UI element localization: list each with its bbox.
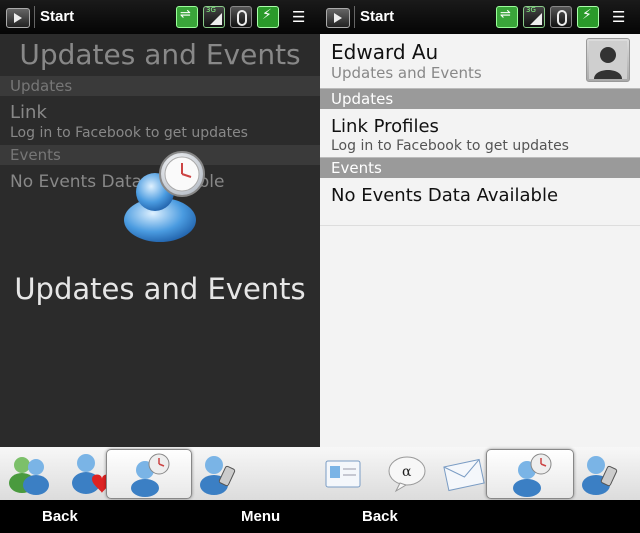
signal-icon: 3G	[203, 6, 225, 28]
list-menu-icon[interactable]: ☰	[292, 8, 312, 26]
usb-icon	[496, 6, 518, 28]
divider	[34, 6, 35, 28]
windows-start-icon[interactable]	[6, 8, 30, 28]
events-text: No Events Data Available	[331, 185, 559, 206]
avatar[interactable]	[586, 38, 630, 82]
softkey-bar: Back Menu	[0, 500, 320, 533]
link-subtitle: Log in to Facebook to get updates	[10, 125, 248, 141]
messaging-tab-icon[interactable]: α	[378, 449, 436, 497]
softkey-bar: Back	[320, 500, 640, 533]
battery-icon	[257, 6, 279, 28]
updates-tab-icon	[513, 453, 552, 497]
communications-tab-icon[interactable]	[190, 449, 248, 497]
back-softkey[interactable]: Back	[42, 508, 78, 525]
svg-text:α: α	[402, 464, 412, 480]
signal-label: 3G	[206, 6, 216, 14]
left-screen: Start 3G ☰ Updates and Events Updates Li…	[0, 0, 320, 533]
start-label[interactable]: Start	[360, 8, 394, 25]
tab-bar	[0, 447, 320, 500]
divider	[354, 6, 355, 28]
contact-card-tab-icon[interactable]	[320, 449, 378, 497]
back-softkey[interactable]: Back	[362, 508, 398, 525]
link-profiles-title[interactable]: Link Profiles	[331, 116, 439, 137]
usb-icon	[176, 6, 198, 28]
start-label[interactable]: Start	[40, 8, 74, 25]
person-silhouette-icon	[589, 41, 627, 79]
communications-tab-icon[interactable]	[574, 449, 632, 497]
windows-start-icon[interactable]	[326, 8, 350, 28]
volume-icon[interactable]	[550, 6, 572, 28]
contact-subtitle: Updates and Events	[331, 64, 482, 82]
menu-softkey[interactable]: Menu	[241, 508, 280, 525]
link-profiles-subtitle: Log in to Facebook to get updates	[331, 138, 569, 154]
updates-tab-icon	[131, 453, 170, 497]
updates-events-app-icon	[124, 151, 205, 242]
status-bar: Start 3G ☰	[320, 0, 640, 34]
people-tab-icon[interactable]	[2, 449, 60, 497]
contact-name: Edward Au	[331, 40, 439, 64]
right-screen: Start 3G ☰ Edward Au Updates and Events …	[320, 0, 640, 533]
app-splash-title: Updates and Events	[14, 272, 306, 306]
status-bar: Start 3G ☰	[0, 0, 320, 34]
list-menu-icon[interactable]: ☰	[612, 8, 632, 26]
signal-icon: 3G	[523, 6, 545, 28]
tab-bar: α	[320, 447, 640, 500]
volume-icon[interactable]	[230, 6, 252, 28]
updates-header: Updates	[0, 76, 320, 96]
link-title[interactable]: Link	[10, 102, 47, 123]
page-title: Updates and Events	[19, 38, 301, 71]
events-header: Events	[320, 157, 640, 178]
updates-header: Updates	[320, 88, 640, 109]
signal-label: 3G	[526, 6, 536, 14]
battery-icon	[577, 6, 599, 28]
updates-tab[interactable]	[486, 449, 574, 499]
list-divider	[320, 225, 640, 226]
updates-tab[interactable]	[106, 449, 192, 499]
